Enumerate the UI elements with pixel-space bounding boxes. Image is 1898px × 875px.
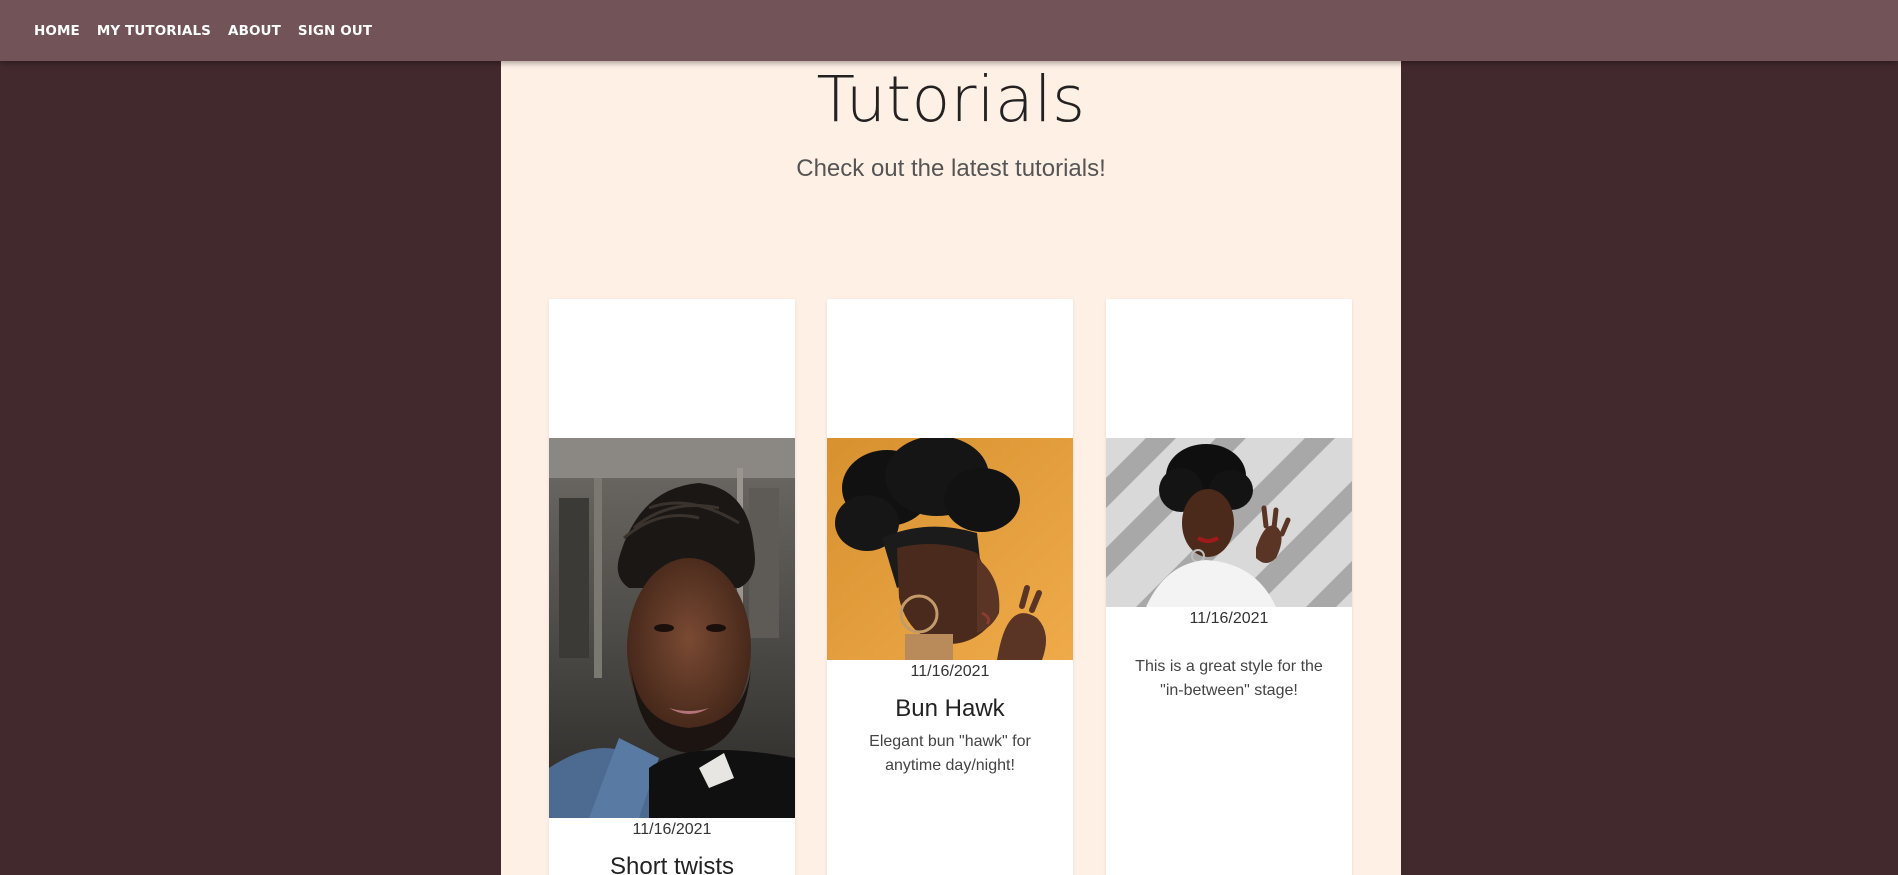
card-date: 11/16/2021 <box>1189 610 1269 627</box>
nav-about-link[interactable]: ABOUT <box>228 23 281 39</box>
tutorial-card-short-twists[interactable]: 11/16/2021 Short twists <box>549 299 795 875</box>
top-navbar: HOME MY TUTORIALS ABOUT SIGN OUT <box>0 0 1898 61</box>
card-header-space <box>1106 299 1352 438</box>
nav-my-tutorials-link[interactable]: MY TUTORIALS <box>97 23 211 39</box>
card-title[interactable]: Short twists <box>549 852 795 875</box>
card-header-space <box>549 299 795 438</box>
tutorial-card-in-between-stage[interactable]: 11/16/2021 This is a great style for the… <box>1106 299 1352 875</box>
nav-home-link[interactable]: HOME <box>34 23 80 39</box>
card-date: 11/16/2021 <box>910 663 990 680</box>
card-image-man-short-twists <box>549 438 795 818</box>
card-date: 11/16/2021 <box>632 821 712 838</box>
card-title[interactable]: Bun Hawk <box>827 694 1073 724</box>
card-image-woman-curly-afro <box>1106 438 1352 607</box>
nav-sign-out-link[interactable]: SIGN OUT <box>298 23 372 39</box>
main-content: Tutorials Check out the latest tutorials… <box>501 61 1401 875</box>
page-title: Tutorials <box>816 63 1086 136</box>
card-description: Elegant bun "hawk" for anytime day/night… <box>869 733 1031 774</box>
page-subtitle: Check out the latest tutorials! <box>796 155 1106 182</box>
tutorial-card-bun-hawk[interactable]: 11/16/2021 Bun Hawk Elegant bun "hawk" f… <box>827 299 1073 875</box>
card-image-woman-bun-hawk <box>827 438 1073 660</box>
card-header-space <box>827 299 1073 438</box>
card-description: This is a great style for the "in-betwee… <box>1135 658 1323 699</box>
